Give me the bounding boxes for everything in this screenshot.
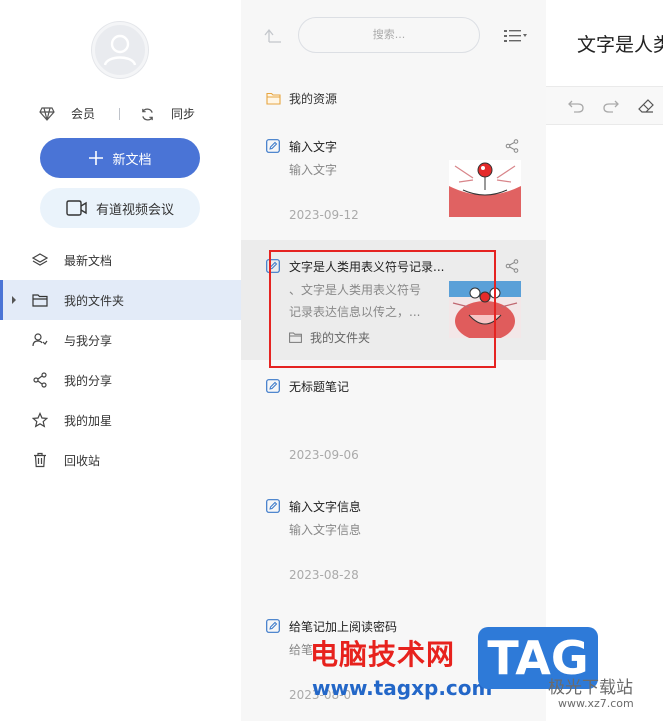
sidebar-nav: 最新文档 我的文件夹 与我分享 我的分享 我的加星 回收站 [0, 240, 241, 480]
folder-name: 我的资源 [289, 91, 338, 106]
folder-item-resources[interactable]: 我的资源 [241, 84, 546, 112]
note-title: 无标题笔记 [289, 380, 350, 394]
watermark-xz-name: 极光下载站 [548, 678, 633, 698]
sidebar-item-starred[interactable]: 我的加星 [0, 400, 241, 440]
star-icon [32, 412, 48, 428]
sidebar-item-recent[interactable]: 最新文档 [0, 240, 241, 280]
note-edit-icon [266, 139, 280, 153]
shared-users-icon [32, 332, 48, 348]
expand-caret-icon[interactable] [12, 296, 16, 304]
user-icon [103, 34, 137, 66]
watermark-xz-url: www.xz7.com [558, 697, 634, 710]
note-item[interactable]: 输入文字 输入文字 2023-09-12 [241, 120, 546, 240]
editor-panel: 文字是人类 [546, 0, 663, 721]
editor-title[interactable]: 文字是人类 [577, 30, 663, 57]
watermark-site-name: 电脑技术网 [310, 638, 456, 671]
list-view-menu-icon[interactable] [503, 28, 529, 44]
sidebar-item-label: 我的分享 [64, 373, 113, 388]
note-thumbnail [449, 160, 521, 217]
sidebar-item-my-shares[interactable]: 我的分享 [0, 360, 241, 400]
search-input[interactable]: 搜索... [298, 17, 480, 53]
share-icon[interactable] [505, 139, 519, 153]
member-sync-row: 会员 同步 [0, 104, 241, 124]
note-edit-icon [266, 379, 280, 393]
sidebar-item-shared-with-me[interactable]: 与我分享 [0, 320, 241, 360]
sidebar-item-label: 与我分享 [64, 333, 113, 348]
redo-icon[interactable] [603, 99, 619, 113]
sidebar-item-label: 我的文件夹 [64, 293, 125, 308]
new-document-label: 新文档 [112, 152, 152, 168]
sidebar-item-my-folders[interactable]: 我的文件夹 [0, 280, 241, 320]
divider [119, 108, 120, 120]
note-date: 2023-09-12 [289, 208, 359, 222]
video-meeting-label: 有道视频会议 [95, 202, 174, 218]
sync-label: 同步 [171, 107, 196, 121]
undo-icon[interactable] [568, 99, 584, 113]
layers-icon [32, 252, 48, 268]
folder-icon [266, 92, 281, 105]
plus-icon [89, 151, 104, 165]
highlight-box [269, 250, 496, 368]
watermark-site-url: www.tagxp.com [312, 676, 493, 700]
new-document-button[interactable]: 新文档 [40, 138, 200, 178]
back-up-icon[interactable] [264, 28, 282, 44]
note-date: 2023-08-28 [289, 568, 359, 582]
folder-icon [32, 292, 48, 308]
note-edit-icon [266, 619, 280, 633]
avatar[interactable] [92, 22, 148, 78]
share-icon[interactable] [505, 259, 519, 273]
sync-icon [142, 107, 153, 121]
note-title: 输入文字信息 [289, 500, 362, 514]
note-summary: 输入文字 [289, 163, 338, 177]
video-camera-icon [66, 200, 87, 216]
member-label: 会员 [71, 107, 96, 121]
note-item[interactable]: 输入文字信息 输入文字信息 2023-08-28 [241, 480, 546, 600]
share-icon [32, 372, 48, 388]
editor-toolbar [546, 87, 663, 125]
note-title: 输入文字 [289, 140, 338, 154]
note-item[interactable]: 无标题笔记 2023-09-06 [241, 360, 546, 480]
sidebar-item-trash[interactable]: 回收站 [0, 440, 241, 480]
member-button[interactable]: 会员 [39, 104, 95, 124]
diamond-icon [39, 107, 55, 121]
trash-icon [32, 452, 48, 468]
sidebar: 会员 同步 新文档 有道视频会议 最新文档 我的文件夹 与我分享 我的分享 我的… [0, 0, 241, 721]
note-edit-icon [266, 499, 280, 513]
sidebar-item-label: 最新文档 [64, 253, 113, 268]
video-meeting-button[interactable]: 有道视频会议 [40, 188, 200, 228]
note-summary: 输入文字信息 [289, 523, 362, 537]
sidebar-item-label: 回收站 [64, 453, 101, 468]
sync-button[interactable]: 同步 [140, 104, 195, 124]
eraser-icon[interactable] [638, 98, 654, 114]
note-date: 2023-09-06 [289, 448, 359, 462]
sidebar-item-label: 我的加星 [64, 413, 113, 428]
note-list-toolbar: 搜索... [241, 0, 546, 76]
app-window: 会员 同步 新文档 有道视频会议 最新文档 我的文件夹 与我分享 我的分享 我的… [0, 0, 663, 721]
